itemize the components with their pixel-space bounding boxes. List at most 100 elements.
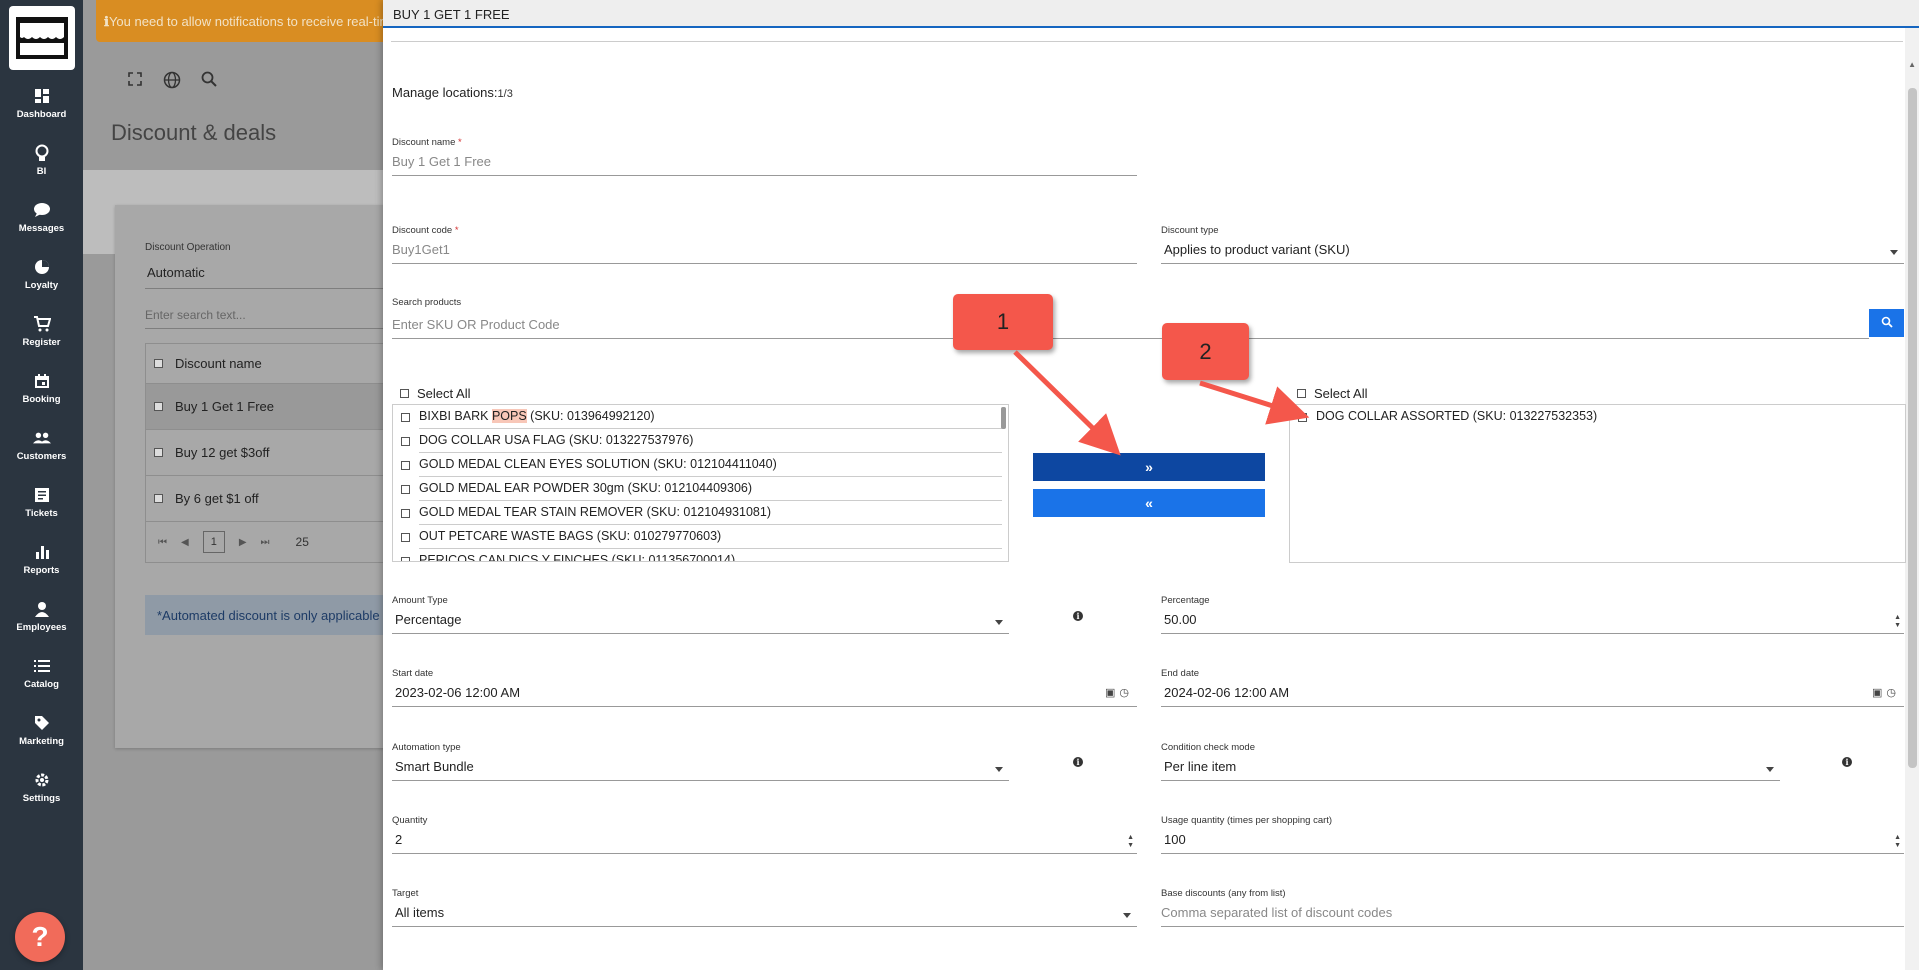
selected-products-list[interactable]: DOG COLLAR ASSORTED (SKU: 013227532353): [1289, 404, 1906, 563]
automation-type-field[interactable]: Automation type Smart Bundle: [392, 742, 1009, 781]
list-item[interactable]: DOG COLLAR ASSORTED (SKU: 013227532353): [1290, 405, 1905, 429]
product-checkbox[interactable]: [401, 460, 410, 470]
amount-type-field[interactable]: Amount Type Percentage: [392, 595, 1009, 634]
usage-quantity-input[interactable]: 100: [1161, 832, 1904, 850]
select-all-selected[interactable]: Select All: [1297, 386, 1367, 401]
list-item[interactable]: BIXBI BARK POPS (SKU: 013964992120): [393, 405, 1008, 429]
end-date-field[interactable]: End date 2024-02-06 12:00 AM ▣ ◷: [1161, 668, 1904, 707]
clock-icon[interactable]: ◷: [1119, 686, 1129, 699]
globe-icon[interactable]: [163, 71, 181, 92]
base-discounts-input[interactable]: Comma separated list of discount codes: [1161, 905, 1904, 923]
product-checkbox[interactable]: [401, 412, 410, 422]
condition-check-mode-select[interactable]: Per line item: [1161, 759, 1780, 777]
start-date-field[interactable]: Start date 2023-02-06 12:00 AM ▣ ◷: [392, 668, 1137, 707]
percentage-input[interactable]: 50.00: [1161, 612, 1904, 630]
stepper-icon[interactable]: ▲ ▼: [1894, 834, 1901, 850]
sidebar-item-loyalty[interactable]: Loyalty: [0, 248, 83, 300]
discount-name-input[interactable]: Buy 1 Get 1 Free: [392, 154, 1137, 172]
sidebar-item-booking[interactable]: Booking: [0, 362, 83, 414]
table-row[interactable]: Buy 1 Get 1 Free: [146, 384, 383, 430]
next-page-icon[interactable]: ▶: [239, 537, 247, 548]
info-icon[interactable]: i: [1073, 611, 1083, 621]
list-item[interactable]: OUT PETCARE WASTE BAGS (SKU: 01027977060…: [393, 525, 1008, 549]
sidebar-item-messages[interactable]: Messages: [0, 191, 83, 243]
scroll-up-icon[interactable]: ▲: [1908, 60, 1916, 69]
base-discounts-field[interactable]: Base discounts (any from list) Comma sep…: [1161, 888, 1904, 927]
list-item[interactable]: PERICOS CAN DICS Y FINCHES (SKU: 0113567…: [393, 549, 1008, 561]
list-item[interactable]: DOG COLLAR USA FLAG (SKU: 013227537976): [393, 429, 1008, 453]
end-date-input[interactable]: 2024-02-06 12:00 AM: [1161, 685, 1904, 703]
move-to-available-button[interactable]: «: [1033, 489, 1265, 517]
list-item[interactable]: GOLD MEDAL TEAR STAIN REMOVER (SKU: 0121…: [393, 501, 1008, 525]
select-all-selected-checkbox[interactable]: [1297, 389, 1306, 398]
product-checkbox[interactable]: [401, 436, 410, 446]
current-page[interactable]: 1: [202, 531, 225, 553]
sidebar-item-employees[interactable]: Employees: [0, 590, 83, 642]
automation-type-select[interactable]: Smart Bundle: [392, 759, 1009, 777]
select-all-checkbox[interactable]: [154, 359, 163, 368]
product-checkbox[interactable]: [401, 532, 410, 542]
quantity-input[interactable]: 2: [392, 832, 1137, 850]
condition-check-mode-field[interactable]: Condition check mode Per line item: [1161, 742, 1780, 781]
store-logo-icon[interactable]: [9, 6, 75, 70]
page-size-select[interactable]: 25: [296, 535, 309, 549]
sidebar-item-dashboard[interactable]: Dashboard: [0, 77, 83, 129]
amount-type-select[interactable]: Percentage: [392, 612, 1009, 630]
sidebar-item-settings[interactable]: Settings: [0, 761, 83, 813]
available-products-list[interactable]: BIXBI BARK POPS (SKU: 013964992120) DOG …: [392, 404, 1009, 562]
row-checkbox[interactable]: [154, 448, 163, 457]
search-products-input[interactable]: Enter SKU OR Product Code: [392, 317, 1869, 335]
last-page-icon[interactable]: ⏭: [261, 537, 270, 548]
discount-code-field[interactable]: Discount code * Buy1Get1: [392, 225, 1137, 264]
row-checkbox[interactable]: [154, 494, 163, 503]
sidebar-item-tickets[interactable]: Tickets: [0, 476, 83, 528]
search-products-button[interactable]: [1869, 309, 1904, 337]
stepper-icon[interactable]: ▲ ▼: [1127, 834, 1134, 850]
stepper-icon[interactable]: ▲ ▼: [1894, 614, 1901, 630]
sidebar-item-catalog[interactable]: Catalog: [0, 647, 83, 699]
sidebar-item-register[interactable]: Register: [0, 305, 83, 357]
info-icon[interactable]: i: [1073, 757, 1083, 767]
help-button[interactable]: ?: [15, 912, 65, 962]
list-item[interactable]: GOLD MEDAL EAR POWDER 30gm (SKU: 0121044…: [393, 477, 1008, 501]
usage-quantity-field[interactable]: Usage quantity (times per shopping cart)…: [1161, 815, 1904, 854]
discount-type-field[interactable]: Discount type Applies to product variant…: [1161, 225, 1904, 264]
list-scroll-thumb[interactable]: [1001, 407, 1006, 429]
search-products-field[interactable]: Search products Enter SKU OR Product Cod…: [392, 297, 1869, 339]
discount-search-input[interactable]: Enter search text...: [145, 308, 246, 322]
row-checkbox[interactable]: [154, 402, 163, 411]
percentage-field[interactable]: Percentage 50.00 ▲ ▼: [1161, 595, 1904, 634]
calendar-icon[interactable]: ▣: [1105, 686, 1115, 699]
target-select[interactable]: All items: [392, 905, 1137, 923]
discount-name-field[interactable]: Discount name * Buy 1 Get 1 Free: [392, 137, 1137, 176]
calendar-icon[interactable]: ▣: [1872, 686, 1882, 699]
sidebar-item-marketing[interactable]: Marketing: [0, 704, 83, 756]
search-icon[interactable]: [201, 71, 217, 92]
list-item[interactable]: GOLD MEDAL CLEAN EYES SOLUTION (SKU: 012…: [393, 453, 1008, 477]
operation-select[interactable]: Automatic: [147, 265, 205, 280]
manage-locations-link[interactable]: Manage locations:1/3: [392, 85, 513, 100]
discount-type-select[interactable]: Applies to product variant (SKU): [1161, 242, 1904, 260]
move-to-selected-button[interactable]: »: [1033, 453, 1265, 481]
prev-page-icon[interactable]: ◀: [181, 537, 189, 548]
select-all-available-checkbox[interactable]: [400, 389, 409, 398]
product-checkbox[interactable]: [401, 556, 410, 561]
sidebar-item-customers[interactable]: Customers: [0, 419, 83, 471]
table-row[interactable]: Buy 12 get $3off: [146, 430, 383, 476]
drawer-scroll-thumb[interactable]: [1908, 88, 1917, 768]
product-checkbox[interactable]: [401, 508, 410, 518]
clock-icon[interactable]: ◷: [1886, 686, 1896, 699]
table-row[interactable]: By 6 get $1 off: [146, 476, 383, 522]
select-all-available[interactable]: Select All: [400, 386, 470, 401]
sidebar-item-reports[interactable]: Reports: [0, 533, 83, 585]
discount-code-input[interactable]: Buy1Get1: [392, 242, 1137, 260]
info-icon[interactable]: i: [1842, 757, 1852, 767]
product-checkbox[interactable]: [1298, 412, 1307, 422]
quantity-field[interactable]: Quantity 2 ▲ ▼: [392, 815, 1137, 854]
sidebar-item-bi[interactable]: BI: [0, 134, 83, 186]
first-page-icon[interactable]: ⏮: [158, 537, 167, 548]
fullscreen-icon[interactable]: [127, 71, 143, 92]
target-field[interactable]: Target All items: [392, 888, 1137, 927]
product-checkbox[interactable]: [401, 484, 410, 494]
start-date-input[interactable]: 2023-02-06 12:00 AM: [392, 685, 1137, 703]
